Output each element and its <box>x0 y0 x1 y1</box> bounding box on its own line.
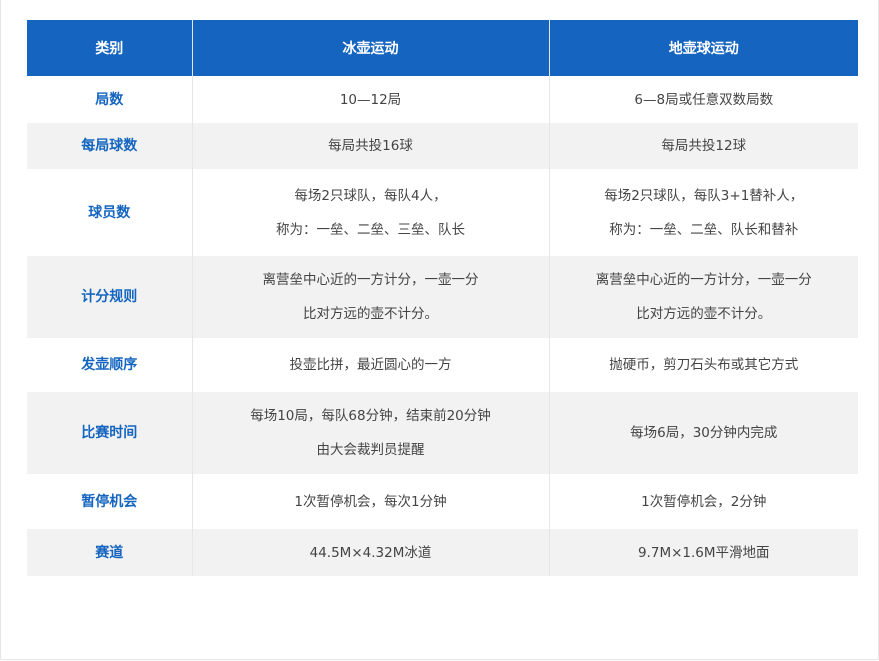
curling-cell: 10—12局 <box>191 76 549 123</box>
floor-curling-cell: 6—8局或任意双数局数 <box>548 76 858 123</box>
cell-text: 每局共投12球 <box>661 138 747 154</box>
cell-text: 比对方远的壶不计分。 <box>303 306 438 322</box>
cell-text: 抛硬币，剪刀石头布或其它方式 <box>609 357 799 373</box>
floor-curling-cell: 离营垒中心近的一方计分，一壶一分 比对方远的壶不计分。 <box>548 256 858 338</box>
cell-text: 每场6局，30分钟内完成 <box>630 425 778 441</box>
curling-cell: 投壶比拼，最近圆心的一方 <box>191 338 549 392</box>
table-row: 赛道 44.5M×4.32M冰道 9.7M×1.6M平滑地面 <box>27 529 858 576</box>
floor-curling-cell: 抛硬币，剪刀石头布或其它方式 <box>548 338 858 392</box>
cell-text: 由大会裁判员提醒 <box>316 442 425 458</box>
cell-text: 离营垒中心近的一方计分，一壶一分 <box>595 272 812 288</box>
curling-cell: 离营垒中心近的一方计分，一壶一分 比对方远的壶不计分。 <box>191 256 549 338</box>
table-row: 比赛时间 每场10局，每队68分钟，结束前20分钟 由大会裁判员提醒 每场6局，… <box>27 392 858 474</box>
cell-text: 6—8局或任意双数局数 <box>634 91 774 108</box>
curling-cell: 每局共投16球 <box>191 123 549 169</box>
cell-text: 称为：一垒、二垒、三垒、队长 <box>276 221 465 238</box>
cell-text: 离营垒中心近的一方计分，一壶一分 <box>262 272 479 288</box>
page-frame: 类别 冰壶运动 地壶球运动 局数 10—12局 6—8局或任意双数局数 每局球数 <box>0 0 879 660</box>
floor-curling-cell: 9.7M×1.6M平滑地面 <box>548 529 858 576</box>
row-category: 局数 <box>27 76 192 123</box>
cell-text: 投壶比拼，最近圆心的一方 <box>289 357 452 373</box>
floor-curling-cell: 每场2只球队，每队3+1替补人， 称为：一垒、二垒、队长和替补 <box>548 169 858 256</box>
row-category: 暂停机会 <box>27 474 192 529</box>
table-row: 计分规则 离营垒中心近的一方计分，一壶一分 比对方远的壶不计分。 离营垒中心近的… <box>27 256 858 338</box>
curling-cell: 每场2只球队，每队4人， 称为：一垒、二垒、三垒、队长 <box>191 169 549 256</box>
cell-text: 10—12局 <box>339 91 402 108</box>
floor-curling-cell: 每场6局，30分钟内完成 <box>548 392 858 474</box>
cell-text: 比对方远的壶不计分。 <box>636 306 772 322</box>
cell-text: 每场2只球队，每队3+1替补人， <box>604 187 804 204</box>
curling-cell: 44.5M×4.32M冰道 <box>191 529 549 576</box>
curling-cell: 1次暂停机会，每次1分钟 <box>191 474 549 529</box>
row-category: 赛道 <box>27 529 192 576</box>
cell-text: 1次暂停机会，每次1分钟 <box>294 493 447 510</box>
comparison-table: 类别 冰壶运动 地壶球运动 局数 10—12局 6—8局或任意双数局数 每局球数 <box>27 20 858 576</box>
table-row: 局数 10—12局 6—8局或任意双数局数 <box>27 76 858 123</box>
cell-text: 44.5M×4.32M冰道 <box>309 544 432 561</box>
header-category: 类别 <box>27 20 192 76</box>
header-curling: 冰壶运动 <box>191 20 549 76</box>
row-category: 球员数 <box>27 169 192 256</box>
row-category: 发壶顺序 <box>27 338 192 392</box>
floor-curling-cell: 每局共投12球 <box>548 123 858 169</box>
cell-text: 每局共投16球 <box>328 138 413 154</box>
header-floor-curling: 地壶球运动 <box>548 20 858 76</box>
table-row: 球员数 每场2只球队，每队4人， 称为：一垒、二垒、三垒、队长 每场2只球队，每… <box>27 169 858 256</box>
curling-cell: 每场10局，每队68分钟，结束前20分钟 由大会裁判员提醒 <box>191 392 549 474</box>
table-header-row: 类别 冰壶运动 地壶球运动 <box>27 20 858 76</box>
row-category: 每局球数 <box>27 123 192 169</box>
cell-text: 每场2只球队，每队4人， <box>294 187 447 204</box>
cell-text: 称为：一垒、二垒、队长和替补 <box>609 221 799 238</box>
floor-curling-cell: 1次暂停机会，2分钟 <box>548 474 858 529</box>
cell-text: 每场10局，每队68分钟，结束前20分钟 <box>250 408 491 424</box>
table-row: 每局球数 每局共投16球 每局共投12球 <box>27 123 858 169</box>
row-category: 计分规则 <box>27 256 192 338</box>
row-category: 比赛时间 <box>27 392 192 474</box>
table-row: 发壶顺序 投壶比拼，最近圆心的一方 抛硬币，剪刀石头布或其它方式 <box>27 338 858 392</box>
cell-text: 1次暂停机会，2分钟 <box>641 493 767 510</box>
table-row: 暂停机会 1次暂停机会，每次1分钟 1次暂停机会，2分钟 <box>27 474 858 529</box>
cell-text: 9.7M×1.6M平滑地面 <box>637 544 770 561</box>
